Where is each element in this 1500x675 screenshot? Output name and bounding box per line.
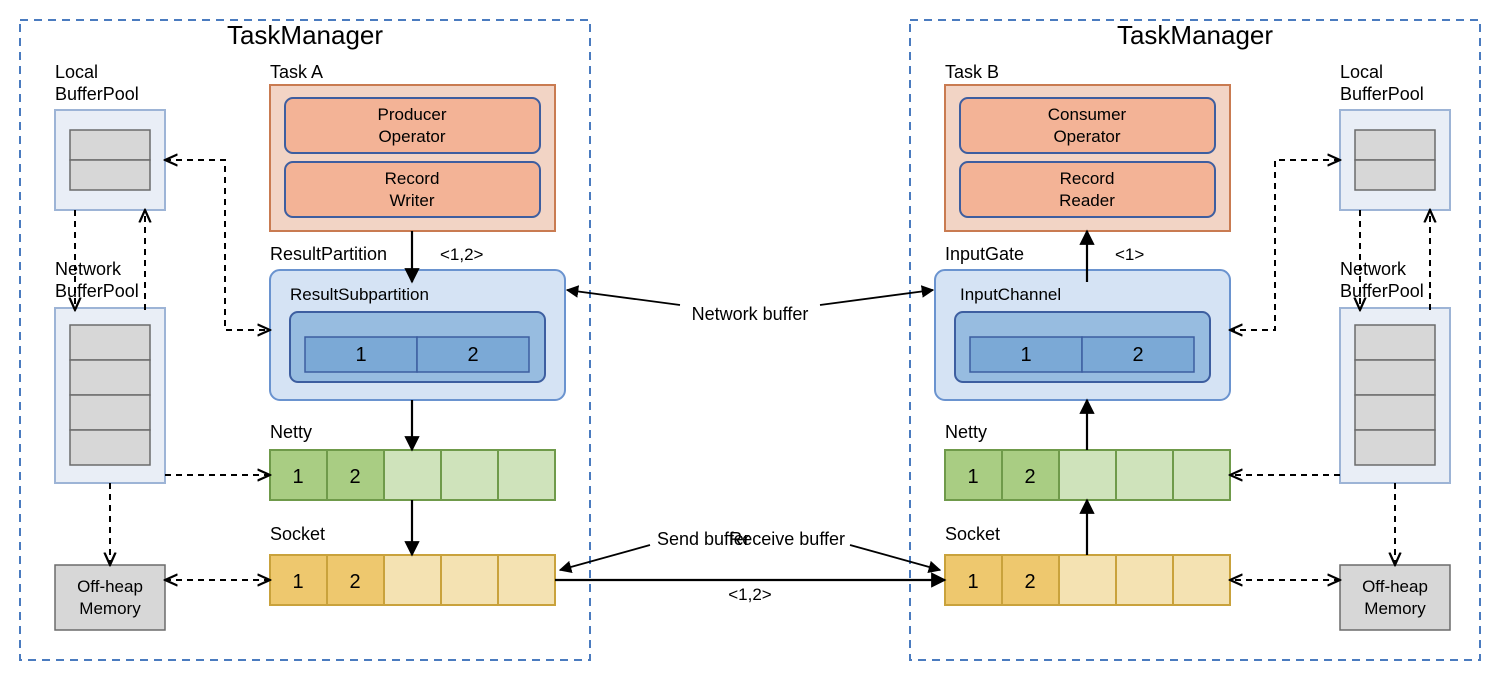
subpartition-cell-2: 2 [467, 344, 478, 366]
socket-left: 1 2 [270, 555, 555, 605]
result-subpartition-label: ResultSubpartition [290, 285, 429, 304]
socket-cell-1: 1 [292, 571, 303, 593]
inputgate-label: InputGate [945, 244, 1024, 264]
input-gate: InputChannel 1 2 [935, 270, 1230, 400]
offheap-label-r2: Memory [1364, 599, 1426, 618]
arrow-localpool-to-gate-right [1230, 160, 1340, 330]
arrow-sendbuffer [560, 545, 650, 570]
arrow-networkbuffer-to-left [567, 290, 680, 305]
network-bufferpool-label-l1: Network [55, 259, 122, 279]
consumer-operator-l1: Consumer [1048, 105, 1127, 124]
record-reader-l2: Reader [1059, 191, 1115, 210]
offheap-memory-right: Off-heap Memory [1340, 565, 1450, 630]
netty-left: 1 2 [270, 450, 555, 500]
network-buffer-label: Network buffer [692, 304, 809, 324]
network-bufferpool-label-r2: BufferPool [1340, 281, 1424, 301]
taskmanager-right: TaskManager Local BufferPool Network Buf… [910, 20, 1480, 660]
socket-right: 1 2 [945, 555, 1230, 605]
consumer-operator-l2: Operator [1053, 127, 1120, 146]
arrow-receivebuffer [850, 545, 940, 570]
producer-operator-l1: Producer [378, 105, 447, 124]
producer-operator-l2: Operator [378, 127, 445, 146]
offheap-label-r1: Off-heap [1362, 577, 1428, 596]
offheap-label-l2: Memory [79, 599, 141, 618]
netty-cell-2: 2 [349, 466, 360, 488]
local-bufferpool-left [55, 110, 165, 210]
netty-label-left: Netty [270, 422, 312, 442]
inputchannel-label: InputChannel [960, 285, 1061, 304]
netty-right: 1 2 [945, 450, 1230, 500]
network-bufferpool-left [55, 308, 165, 483]
offheap-label-l1: Off-heap [77, 577, 143, 596]
netty-cell-1: 1 [292, 466, 303, 488]
result-partition: ResultSubpartition 1 2 [270, 270, 565, 400]
arrow-networkbuffer-to-right [820, 290, 933, 305]
task-a-label: Task A [270, 62, 323, 82]
diagram-root: TaskManager Local BufferPool Network Buf… [0, 0, 1500, 675]
subpartition-cell-1: 1 [355, 344, 366, 366]
arrow-localpool-to-partition-left [165, 160, 270, 330]
task-a: Producer Operator Record Writer [270, 85, 555, 231]
local-bufferpool-label-l2: BufferPool [55, 84, 139, 104]
offheap-memory-left: Off-heap Memory [55, 565, 165, 630]
socket-r-cell-1: 1 [967, 571, 978, 593]
record-writer-l2: Writer [389, 191, 434, 210]
socket-label-left: Socket [270, 524, 325, 544]
task-b: Consumer Operator Record Reader [945, 85, 1230, 231]
socket-cell-2: 2 [349, 571, 360, 593]
record-reader-annotation: <1> [1115, 245, 1144, 264]
netty-label-right: Netty [945, 422, 987, 442]
inputchannel-cell-2: 2 [1132, 344, 1143, 366]
network-bufferpool-right [1340, 308, 1450, 483]
socket-label-right: Socket [945, 524, 1000, 544]
taskmanager-left-title: TaskManager [227, 20, 383, 50]
socket-annotation: <1,2> [728, 585, 772, 604]
resultpartition-label: ResultPartition [270, 244, 387, 264]
network-bufferpool-label-r1: Network [1340, 259, 1407, 279]
record-writer-l1: Record [385, 169, 440, 188]
socket-r-cell-2: 2 [1024, 571, 1035, 593]
taskmanager-left: TaskManager Local BufferPool Network Buf… [20, 20, 590, 660]
receive-buffer-label: Receive buffer [729, 529, 845, 549]
local-bufferpool-right [1340, 110, 1450, 210]
record-writer-annotation: <1,2> [440, 245, 484, 264]
netty-r-cell-1: 1 [967, 466, 978, 488]
network-bufferpool-label-l2: BufferPool [55, 281, 139, 301]
center-annotations: Network buffer Send buffer Receive buffe… [555, 290, 945, 604]
task-b-label: Task B [945, 62, 999, 82]
inputchannel-cell-1: 1 [1020, 344, 1031, 366]
local-bufferpool-label-l1: Local [55, 62, 98, 82]
record-reader-l1: Record [1060, 169, 1115, 188]
local-bufferpool-label-r1: Local [1340, 62, 1383, 82]
netty-r-cell-2: 2 [1024, 466, 1035, 488]
local-bufferpool-label-r2: BufferPool [1340, 84, 1424, 104]
taskmanager-right-title: TaskManager [1117, 20, 1273, 50]
